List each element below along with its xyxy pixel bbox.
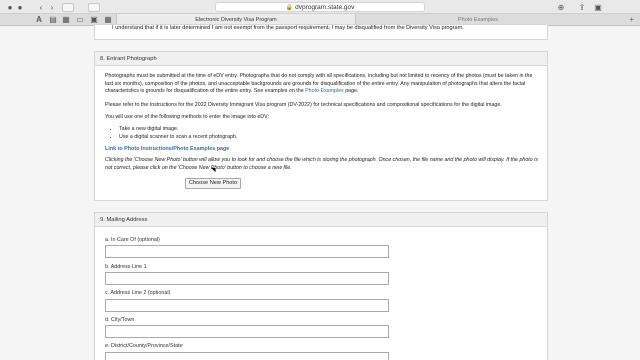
address-line-2-input[interactable] <box>105 299 389 312</box>
photo-requirements-paragraph: Photographs must be submitted at the tim… <box>105 73 541 96</box>
in-care-of-input[interactable] <box>105 245 389 258</box>
choose-new-photo-button[interactable]: Choose New Photo <box>185 178 241 189</box>
address-line-1-input[interactable] <box>105 272 389 285</box>
close-window-icon[interactable]: ● <box>6 3 14 12</box>
passport-panel: I understand that if it is later determi… <box>94 24 548 40</box>
district-county-label: e. District/County/Province/State <box>105 343 183 349</box>
passport-disclaimer: I understand that if it is later determi… <box>112 25 464 31</box>
sidebar-icon[interactable] <box>62 3 74 12</box>
section-mailing-address: 9. Mailing Address a. In Care Of (option… <box>94 212 548 360</box>
bookmarks-icon[interactable]: ▤ <box>49 15 57 24</box>
section-heading: 9. Mailing Address <box>95 213 547 227</box>
download-icon[interactable]: ⊕ <box>557 3 565 12</box>
section-entrant-photograph: 8. Entrant Photograph Photographs must b… <box>94 51 548 201</box>
district-county-input[interactable] <box>105 352 389 360</box>
city-town-input[interactable] <box>105 325 389 338</box>
share-icon[interactable] <box>88 3 100 12</box>
section-heading: 8. Entrant Photograph <box>95 52 547 66</box>
address-line-2-label: c. Address Line 2 (optional) <box>105 290 171 296</box>
methods-paragraph: You will use one of the following method… <box>105 114 269 120</box>
history-icon[interactable]: ▦ <box>62 15 70 24</box>
extensions-icon[interactable]: ▦ <box>104 15 112 24</box>
forward-icon[interactable]: › <box>48 3 56 12</box>
list-item: Use a digital scanner to scan a recent p… <box>119 133 237 141</box>
back-icon[interactable]: ‹ <box>37 3 45 12</box>
reading-list-icon[interactable]: ▭ <box>76 15 84 24</box>
instructions-paragraph: Please refer to the Instructions for the… <box>105 102 502 108</box>
lock-icon: 🔒 <box>285 5 294 11</box>
minimize-window-icon[interactable]: ● <box>16 3 24 12</box>
reader-icon[interactable]: A <box>35 15 43 24</box>
city-town-label: d. City/Town <box>105 317 135 323</box>
list-item: Take a new digital image. <box>119 125 237 133</box>
photo-instructions-link[interactable]: Link to Photo Instructions/Photo Example… <box>105 146 541 154</box>
address-line-1-label: b. Address Line 1 <box>105 264 147 270</box>
downloads-icon[interactable]: ▣ <box>90 15 98 24</box>
tabs-overview-icon[interactable]: ▣ <box>594 3 602 12</box>
photo-examples-link[interactable]: Photo Examples <box>305 88 344 94</box>
methods-list: Take a new digital image. Use a digital … <box>113 125 237 141</box>
tab-label: Photo Examples <box>457 17 499 23</box>
browser-toolbar: ● ● ‹ › 🔒 dvprogram.state.gov ⊕ ⇪ ▣ <box>0 0 640 14</box>
url-text: dvprogram.state.gov <box>295 4 355 11</box>
tab-label: Electronic Diversity Visa Program <box>195 17 277 23</box>
in-care-of-label: a. In Care Of (optional) <box>105 237 160 243</box>
share-button-icon[interactable]: ⇪ <box>578 3 586 12</box>
address-bar[interactable]: 🔒 dvprogram.state.gov <box>215 2 425 12</box>
choose-photo-note: Clicking the 'Choose New Photo' button w… <box>105 157 538 171</box>
new-tab-button[interactable]: + <box>629 15 634 24</box>
page-content: I understand that if it is later determi… <box>0 24 640 360</box>
photo-requirements-end: page. <box>345 88 359 95</box>
